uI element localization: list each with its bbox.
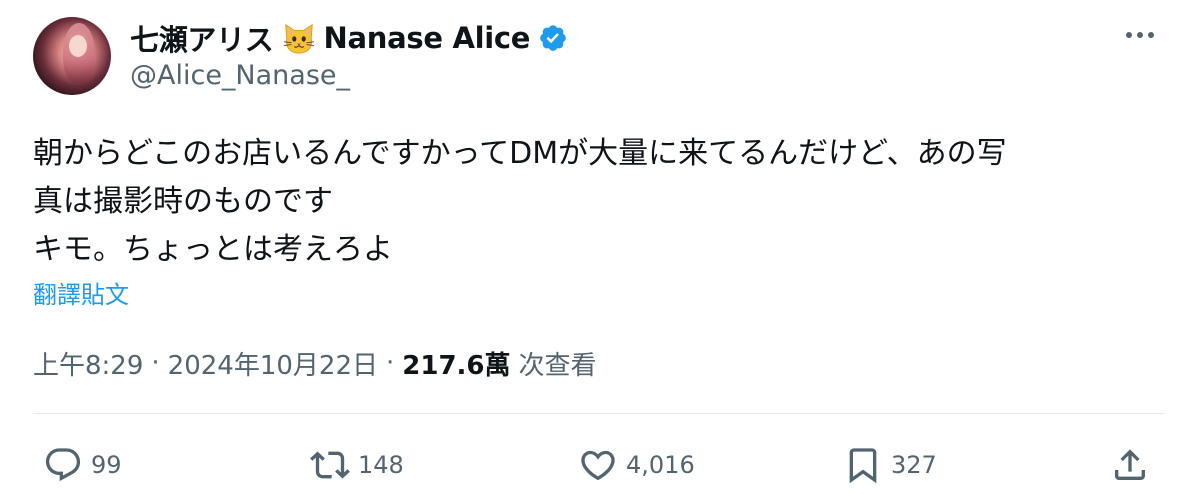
bookmark-count: 327 — [891, 451, 937, 479]
bookmark-button[interactable]: 327 — [843, 440, 937, 490]
meta-separator: · — [386, 348, 395, 378]
display-name-jp[interactable]: 七瀬アリス — [130, 17, 274, 59]
reply-button[interactable]: 99 — [43, 440, 122, 490]
action-bar: 99 148 4,016 327 — [0, 440, 1188, 490]
like-button[interactable]: 4,016 — [578, 440, 695, 490]
tweet-line: キモ。ちょっとは考えろよ — [33, 232, 393, 267]
view-count[interactable]: 217.6萬 — [402, 345, 510, 382]
tweet-time[interactable]: 上午8:29 — [33, 345, 143, 382]
tweet-date[interactable]: 2024年10月22日 — [168, 345, 378, 382]
share-button[interactable] — [1110, 440, 1150, 490]
like-count: 4,016 — [626, 451, 695, 479]
reply-count: 99 — [91, 451, 122, 479]
bookmark-icon — [849, 448, 877, 484]
author-name-row[interactable]: 七瀬アリス Nanase Alice — [130, 18, 568, 58]
translate-post-link[interactable]: 翻譯貼文 — [33, 275, 129, 310]
tweet-line: 朝からどこのお店いるんですかってDMが大量に来てるんだけど、あの写 — [33, 136, 1007, 171]
tweet-text: 朝からどこのお店いるんですかってDMが大量に来てるんだけど、あの写 真は撮影時の… — [33, 130, 1148, 274]
divider — [33, 413, 1165, 414]
avatar[interactable] — [33, 17, 111, 95]
reply-icon — [45, 448, 81, 482]
display-name-latin[interactable]: Nanase Alice — [324, 21, 531, 55]
heart-icon — [581, 450, 615, 481]
tweet-meta: 上午8:29 · 2024年10月22日 · 217.6萬 次查看 — [33, 343, 597, 383]
verified-badge-icon[interactable] — [538, 23, 568, 53]
author-handle[interactable]: @Alice_Nanase_ — [130, 60, 350, 91]
tweet-line: 真は撮影時のものです — [33, 184, 333, 219]
share-icon — [1115, 449, 1145, 480]
meta-separator: · — [151, 348, 160, 378]
retweet-count: 148 — [358, 451, 404, 479]
retweet-icon — [310, 451, 350, 479]
retweet-button[interactable]: 148 — [310, 440, 404, 490]
avatar-face — [69, 35, 87, 57]
more-options-button[interactable] — [1120, 20, 1160, 50]
more-dots-icon — [1126, 32, 1154, 38]
view-count-label: 次查看 — [518, 350, 597, 381]
cat-face-icon — [283, 23, 314, 54]
